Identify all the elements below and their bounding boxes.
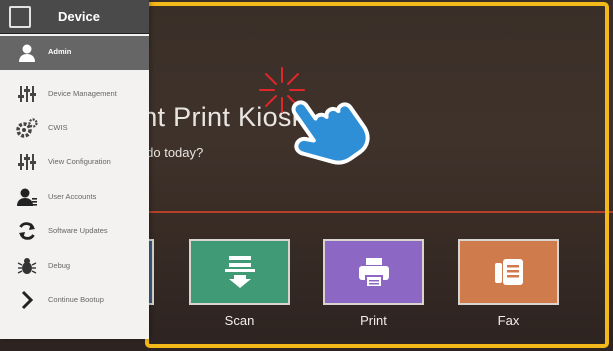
gears-icon: [15, 117, 39, 139]
print-tile[interactable]: [323, 239, 424, 305]
menu-label-debug: Debug: [48, 261, 71, 270]
fax-tile[interactable]: [458, 239, 559, 305]
device-menu: Device Admin Device Management CWIS View…: [0, 0, 149, 339]
tap-hand-icon: [291, 100, 370, 165]
scan-tile[interactable]: [189, 239, 290, 305]
menu-item-user-accounts[interactable]: User Accounts: [0, 180, 149, 214]
menu-label-admin: Admin: [48, 47, 72, 56]
menu-item-continue-bootup[interactable]: Continue Bootup: [0, 283, 149, 317]
menu-label-cwis: CWIS: [48, 123, 68, 132]
menu-label-user-accounts: User Accounts: [48, 192, 97, 201]
refresh-icon: [15, 220, 39, 242]
menu-item-view-configuration[interactable]: View Configuration: [0, 145, 149, 179]
menu-title: Device: [58, 9, 100, 24]
menu-item-device-management[interactable]: Device Management: [0, 77, 149, 111]
bug-icon: [15, 255, 39, 277]
fax-label: Fax: [497, 313, 520, 328]
menu-item-debug[interactable]: Debug: [0, 249, 149, 283]
device-frame-icon[interactable]: [9, 6, 31, 28]
user-icon: [15, 42, 39, 64]
menu-item-cwis[interactable]: CWIS: [0, 111, 149, 145]
menu-header: Device: [0, 0, 149, 34]
menu-label-continue-bootup: Continue Bootup: [48, 295, 104, 304]
user-accounts-icon: [15, 186, 39, 208]
sliders-icon: [15, 151, 39, 173]
menu-label-device-management: Device Management: [48, 89, 117, 98]
menu-label-software-updates: Software Updates: [48, 226, 108, 235]
scan-label: Scan: [224, 313, 255, 328]
print-label: Print: [360, 313, 387, 328]
sliders-icon: [15, 83, 39, 105]
menu-item-software-updates[interactable]: Software Updates: [0, 214, 149, 248]
chevron-right-icon: [15, 289, 39, 311]
printer-icon: [358, 258, 389, 287]
scan-icon: [224, 256, 255, 288]
fax-icon: [494, 259, 523, 285]
menu-item-admin[interactable]: Admin: [0, 36, 149, 70]
menu-label-view-configuration: View Configuration: [48, 157, 111, 166]
